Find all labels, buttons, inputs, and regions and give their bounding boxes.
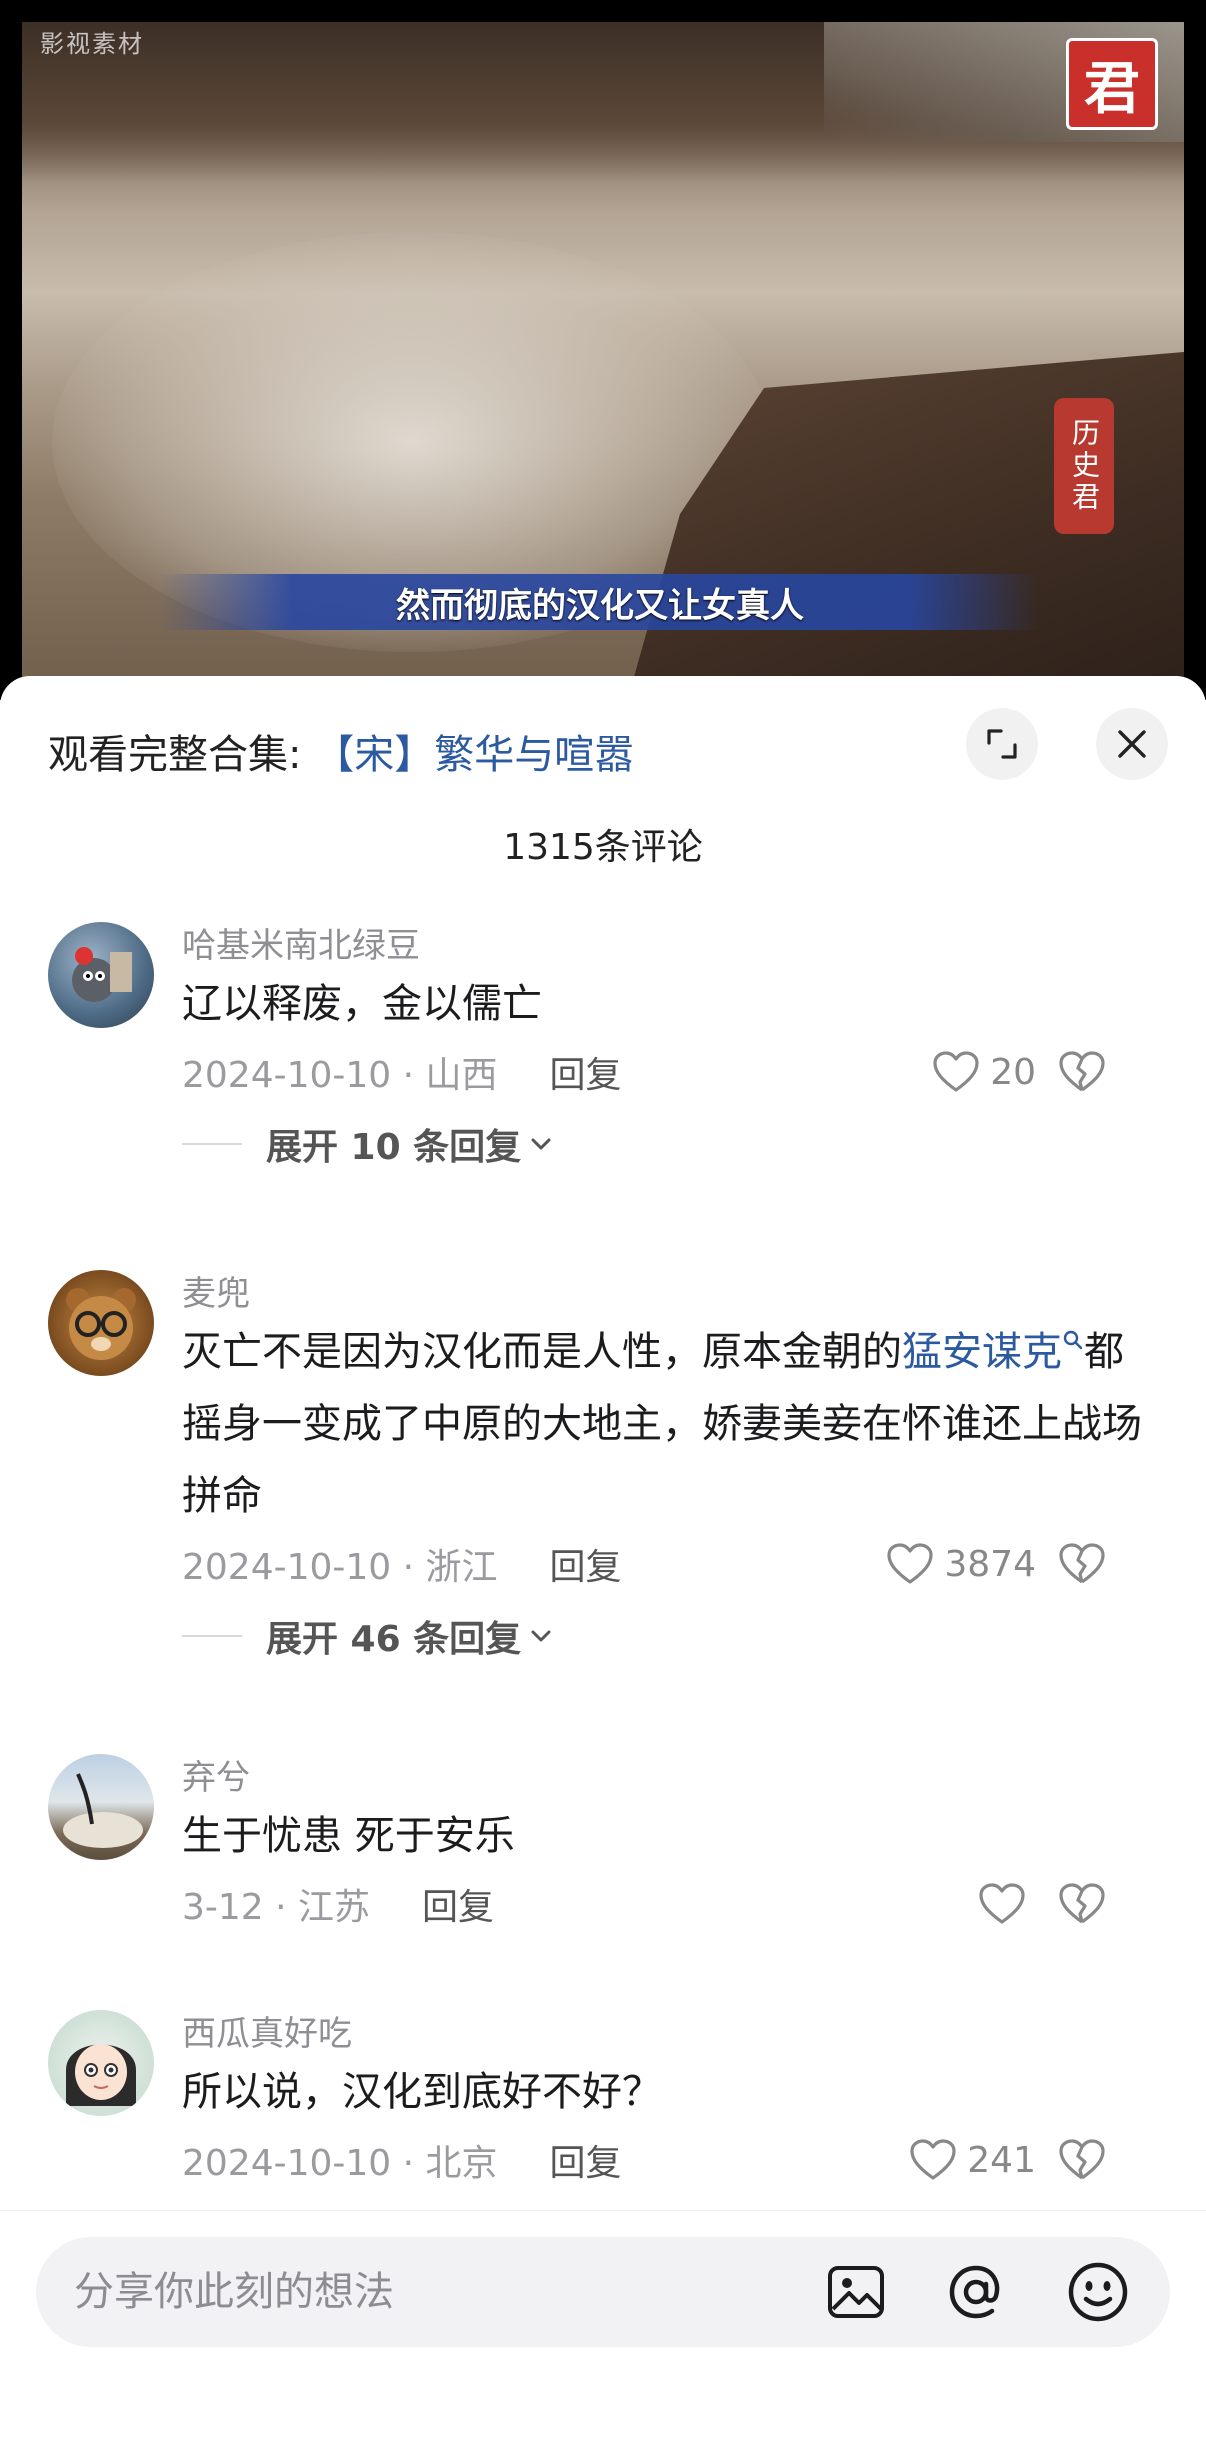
comment-list: 哈基米南北绿豆 辽以释废，金以儒亡 2024-10-10 · 山西 回复 20 …: [0, 922, 1206, 2212]
expand-icon: [987, 729, 1017, 759]
collection-link[interactable]: 观看完整合集: 【宋】繁华与喧嚣: [48, 722, 634, 780]
comment-meta: 3-12 · 江苏 回复: [182, 1872, 1146, 1936]
cartoon-cat-icon: [72, 947, 132, 1002]
comment-input-bar: 分享你此刻的想法: [0, 2210, 1206, 2459]
avatar[interactable]: [48, 1270, 154, 1376]
comment-item: 西瓜真好吃 所以说，汉化到底好不好？ 2024-10-10 · 北京 回复 24…: [0, 2010, 1206, 2206]
comment-date-location: 2024-10-10 · 山西: [182, 1055, 498, 1096]
channel-seal: 历史君: [1054, 398, 1114, 534]
collection-prefix: 观看完整合集:: [48, 732, 315, 778]
comment-text: 辽以释废，金以儒亡: [182, 981, 542, 1027]
comment-text: 所以说，汉化到底好不好？: [182, 2069, 662, 2115]
divider: [182, 1143, 242, 1145]
like-count: 20: [990, 1051, 1036, 1093]
comment-meta: 2024-10-10 · 山西 回复 20: [182, 1040, 1146, 1104]
collection-name[interactable]: 【宋】繁华与喧嚣: [314, 732, 634, 778]
video-player[interactable]: 影视素材 君 历史君 然而彻底的汉化又让女真人: [0, 0, 1206, 700]
username[interactable]: 弃兮: [182, 1754, 1146, 1800]
avatar[interactable]: [48, 2010, 154, 2116]
video-subtitle: 然而彻底的汉化又让女真人: [160, 574, 1040, 630]
channel-logo: 君: [1066, 38, 1158, 130]
bear-avatar-icon: [66, 1288, 136, 1360]
comment-meta: 2024-10-10 · 浙江 回复 3874: [182, 1532, 1146, 1596]
search-icon[interactable]: [1062, 1329, 1084, 1351]
reply-button[interactable]: 回复: [550, 1538, 622, 1590]
chevron-down-icon: [531, 1138, 551, 1150]
image-button[interactable]: [818, 2237, 894, 2347]
expand-replies-label: 展开 46 条回复: [266, 1619, 522, 1660]
username[interactable]: 哈基米南北绿豆: [182, 922, 1146, 968]
avatar[interactable]: [48, 922, 154, 1028]
comment-date-location: 2024-10-10 · 北京: [182, 2143, 498, 2184]
heart-icon: [979, 1883, 1025, 1924]
close-button[interactable]: [1096, 708, 1168, 780]
broken-heart-icon: [1059, 1543, 1105, 1584]
comment-text-part: 灭亡不是因为汉化而是人性，原本金朝的: [182, 1329, 902, 1375]
broken-heart-icon: [1059, 1883, 1105, 1924]
comment-date-location: 3-12 · 江苏: [182, 1887, 371, 1928]
comment-item: 弃兮 生于忧患 死于安乐 3-12 · 江苏 回复: [0, 1754, 1206, 1950]
comment-meta: 2024-10-10 · 北京 回复 241: [182, 2128, 1146, 2192]
expand-button[interactable]: [966, 708, 1038, 780]
comment-text: 生于忧患 死于安乐: [182, 1813, 515, 1859]
avatar[interactable]: [48, 1754, 154, 1860]
like-button[interactable]: 3874: [886, 1532, 1036, 1596]
like-count: 241: [967, 2139, 1036, 2181]
emoji-icon: [1068, 2262, 1128, 2322]
expand-replies-button[interactable]: 展开 10 条回复: [182, 1104, 1146, 1184]
expand-replies-label: 展开 10 条回复: [266, 1127, 522, 1168]
reply-button[interactable]: 回复: [422, 1878, 494, 1930]
comment-text: 灭亡不是因为汉化而是人性，原本金朝的猛安谋克 都摇身一变成了中原的大地主，娇妻美妾…: [182, 1316, 1146, 1532]
search-keyword-link[interactable]: 猛安谋克: [902, 1329, 1062, 1375]
image-icon: [828, 2266, 884, 2318]
girl-avatar-icon: [66, 2044, 136, 2106]
comment-item: 哈基米南北绿豆 辽以释废，金以儒亡 2024-10-10 · 山西 回复 20 …: [0, 922, 1206, 1202]
video-watermark: 影视素材: [40, 30, 144, 58]
dislike-button[interactable]: [1058, 1532, 1106, 1596]
like-button[interactable]: 241: [909, 2128, 1036, 2192]
username[interactable]: 西瓜真好吃: [182, 2010, 1146, 2056]
comment-item: 麦兜 灭亡不是因为汉化而是人性，原本金朝的猛安谋克 都摇身一变成了中原的大地主，娇…: [0, 1270, 1206, 1690]
heart-icon: [933, 1051, 979, 1092]
emoji-button[interactable]: [1060, 2237, 1136, 2347]
chevron-down-icon: [531, 1630, 551, 1642]
dislike-button[interactable]: [1058, 2128, 1106, 2192]
username[interactable]: 麦兜: [182, 1270, 1146, 1316]
at-icon: [949, 2265, 1000, 2319]
dislike-button[interactable]: [1058, 1872, 1106, 1936]
divider: [182, 1635, 242, 1637]
subtitle-text: 然而彻底的汉化又让女真人: [396, 585, 804, 626]
heart-icon: [887, 1543, 933, 1584]
like-button[interactable]: 20: [932, 1040, 1036, 1104]
broken-heart-icon: [1059, 2139, 1105, 2180]
heart-icon: [910, 2139, 956, 2180]
reply-button[interactable]: 回复: [550, 2134, 622, 2186]
dislike-button[interactable]: [1058, 1040, 1106, 1104]
comment-date-location: 2024-10-10 · 浙江: [182, 1547, 498, 1588]
expand-replies-button[interactable]: 展开 46 条回复: [182, 1596, 1146, 1676]
broken-heart-icon: [1059, 1051, 1105, 1092]
close-icon: [1118, 730, 1146, 758]
landscape-avatar-icon: [63, 1773, 143, 1848]
like-count: 3874: [944, 1543, 1036, 1585]
mention-button[interactable]: [938, 2237, 1014, 2347]
reply-button[interactable]: 回复: [550, 1046, 622, 1098]
comment-input-placeholder: 分享你此刻的想法: [74, 2269, 394, 2315]
comment-count: 1315条评论: [503, 827, 703, 868]
comment-sheet: 观看完整合集: 【宋】繁华与喧嚣 1315条评论 哈基米南北绿豆 辽以释废，金以…: [0, 676, 1206, 2458]
like-button[interactable]: [978, 1872, 1036, 1936]
